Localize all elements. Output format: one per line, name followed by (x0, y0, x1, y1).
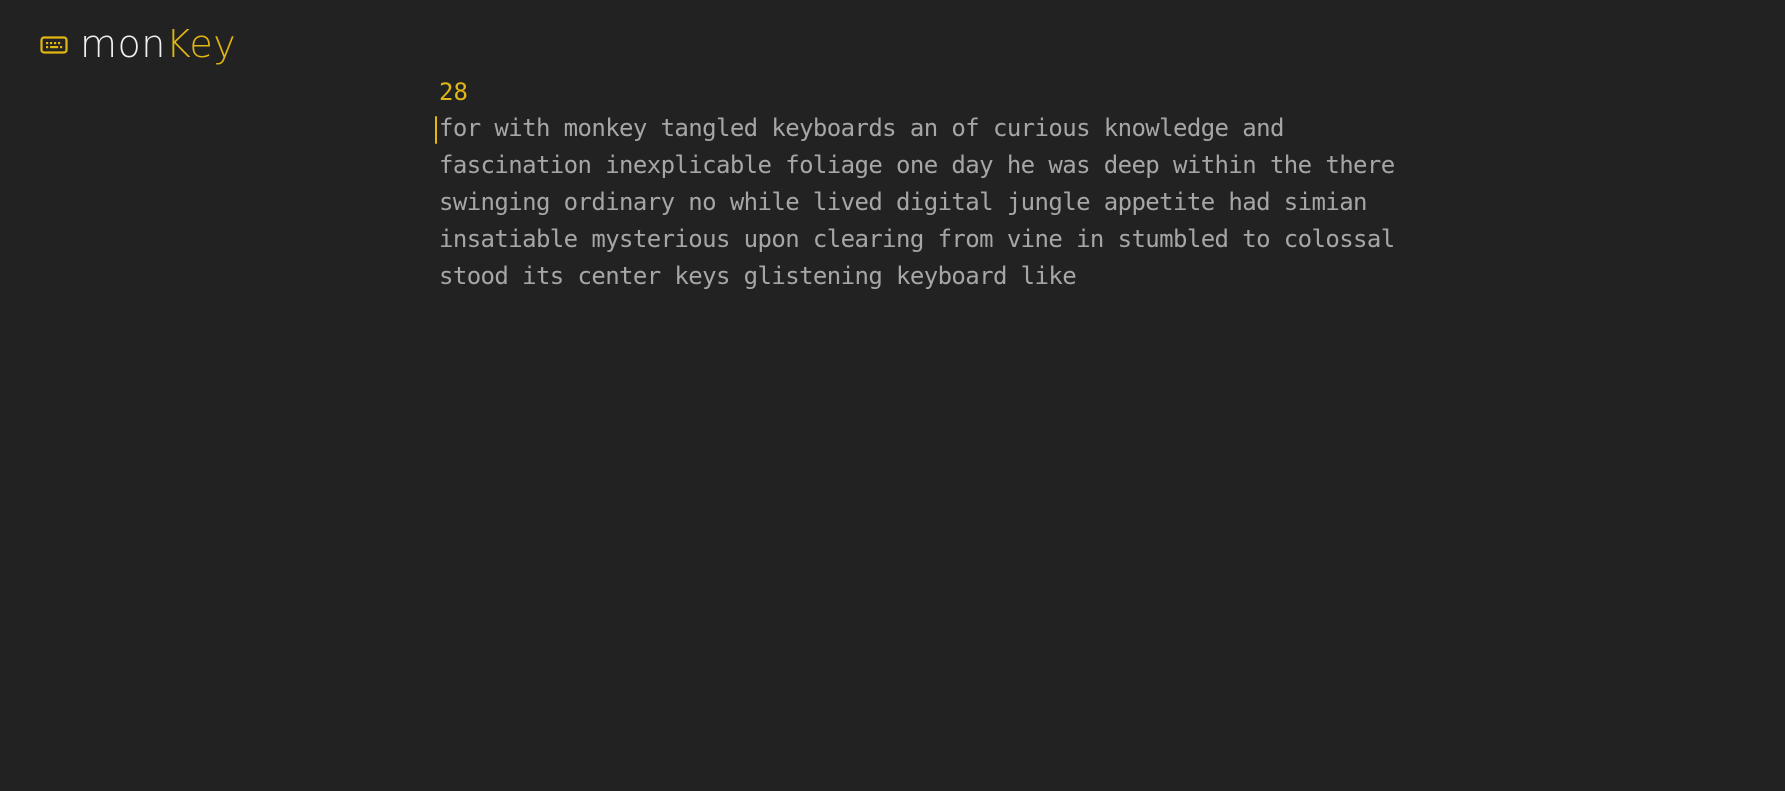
text-caret (435, 116, 437, 144)
words-line: stood its center keys glistening keyboar… (439, 262, 1077, 290)
typing-test-area[interactable]: 28 for with monkey tangled keyboards an … (435, 76, 1459, 295)
words-line: insatiable mysterious upon clearing from… (439, 225, 1395, 253)
word-counter: 28 (439, 78, 468, 106)
words-line: for with monkey tangled keyboards an of … (439, 114, 1284, 142)
logo-text-part1: mon (80, 22, 166, 66)
logo-text-part2: Key (165, 22, 237, 66)
app-header: monKey (40, 18, 236, 70)
words-line: fascination inexplicable foliage one day… (439, 151, 1395, 179)
app-logo[interactable]: monKey (80, 25, 236, 63)
words-line: swinging ordinary no while lived digital… (439, 188, 1368, 216)
keyboard-icon (40, 35, 68, 55)
words-input[interactable]: for with monkey tangled keyboards an of … (435, 110, 1459, 295)
